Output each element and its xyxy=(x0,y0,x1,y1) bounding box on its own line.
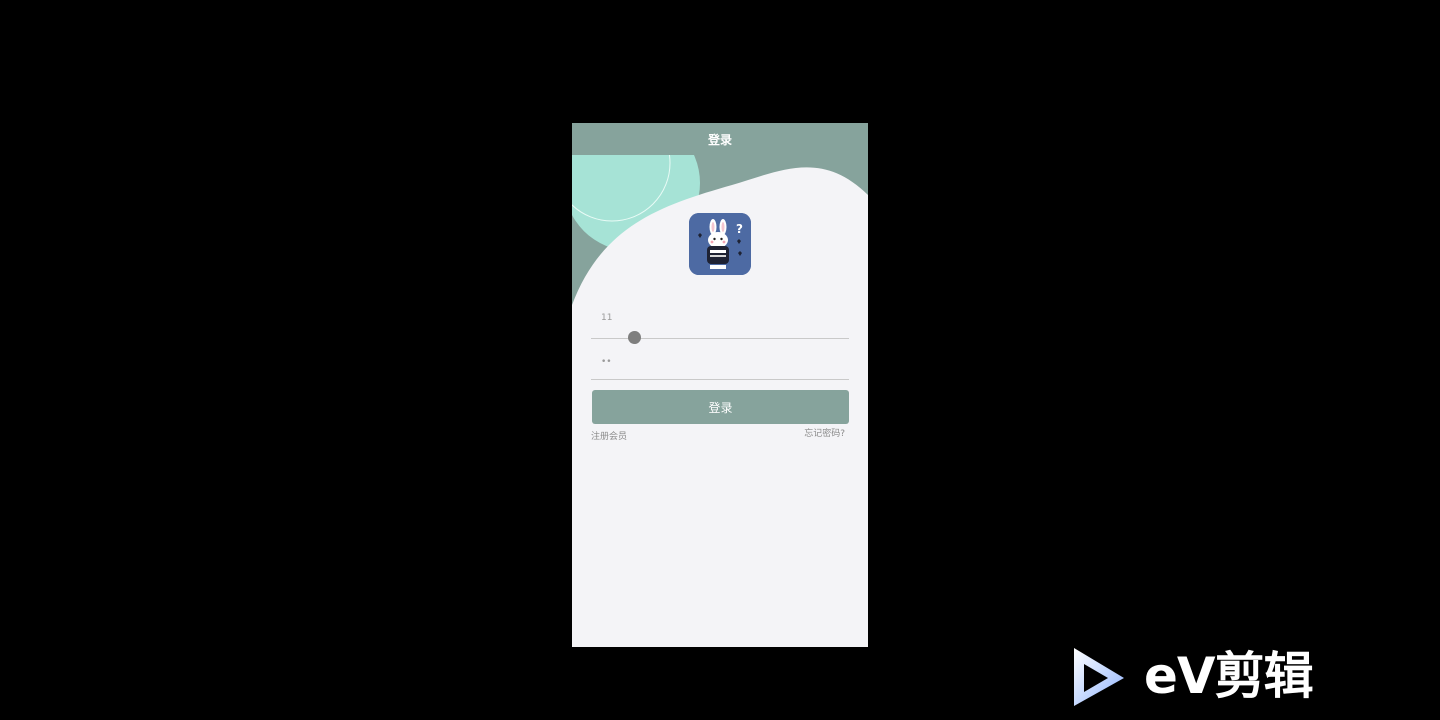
watermark: eV剪辑 xyxy=(1068,644,1338,710)
logo-image: ? xyxy=(689,213,751,275)
forgot-password-link[interactable]: 忘记密码? xyxy=(804,426,845,439)
svg-text:?: ? xyxy=(736,222,743,236)
password-underline xyxy=(591,379,849,380)
login-button-label: 登录 xyxy=(708,400,733,415)
password-value: •• xyxy=(601,357,612,367)
account-value: 11 xyxy=(601,313,613,323)
watermark-text: eV剪辑 xyxy=(1144,647,1314,705)
play-triangle-icon xyxy=(1074,648,1124,706)
register-link[interactable]: 注册会员 xyxy=(591,429,627,442)
password-field[interactable]: •• xyxy=(591,354,849,380)
account-field[interactable]: 11 xyxy=(591,313,849,344)
login-button[interactable]: 登录 xyxy=(592,390,849,424)
rabbit-avatar-icon: ? xyxy=(689,213,751,275)
phone-screen: 登录 ? 11 •• 登录 注册会员 忘记密码? xyxy=(572,123,868,647)
account-slider-thumb[interactable] xyxy=(628,331,641,344)
page-title: 登录 xyxy=(707,132,732,147)
nav-bar: 登录 xyxy=(572,123,868,155)
